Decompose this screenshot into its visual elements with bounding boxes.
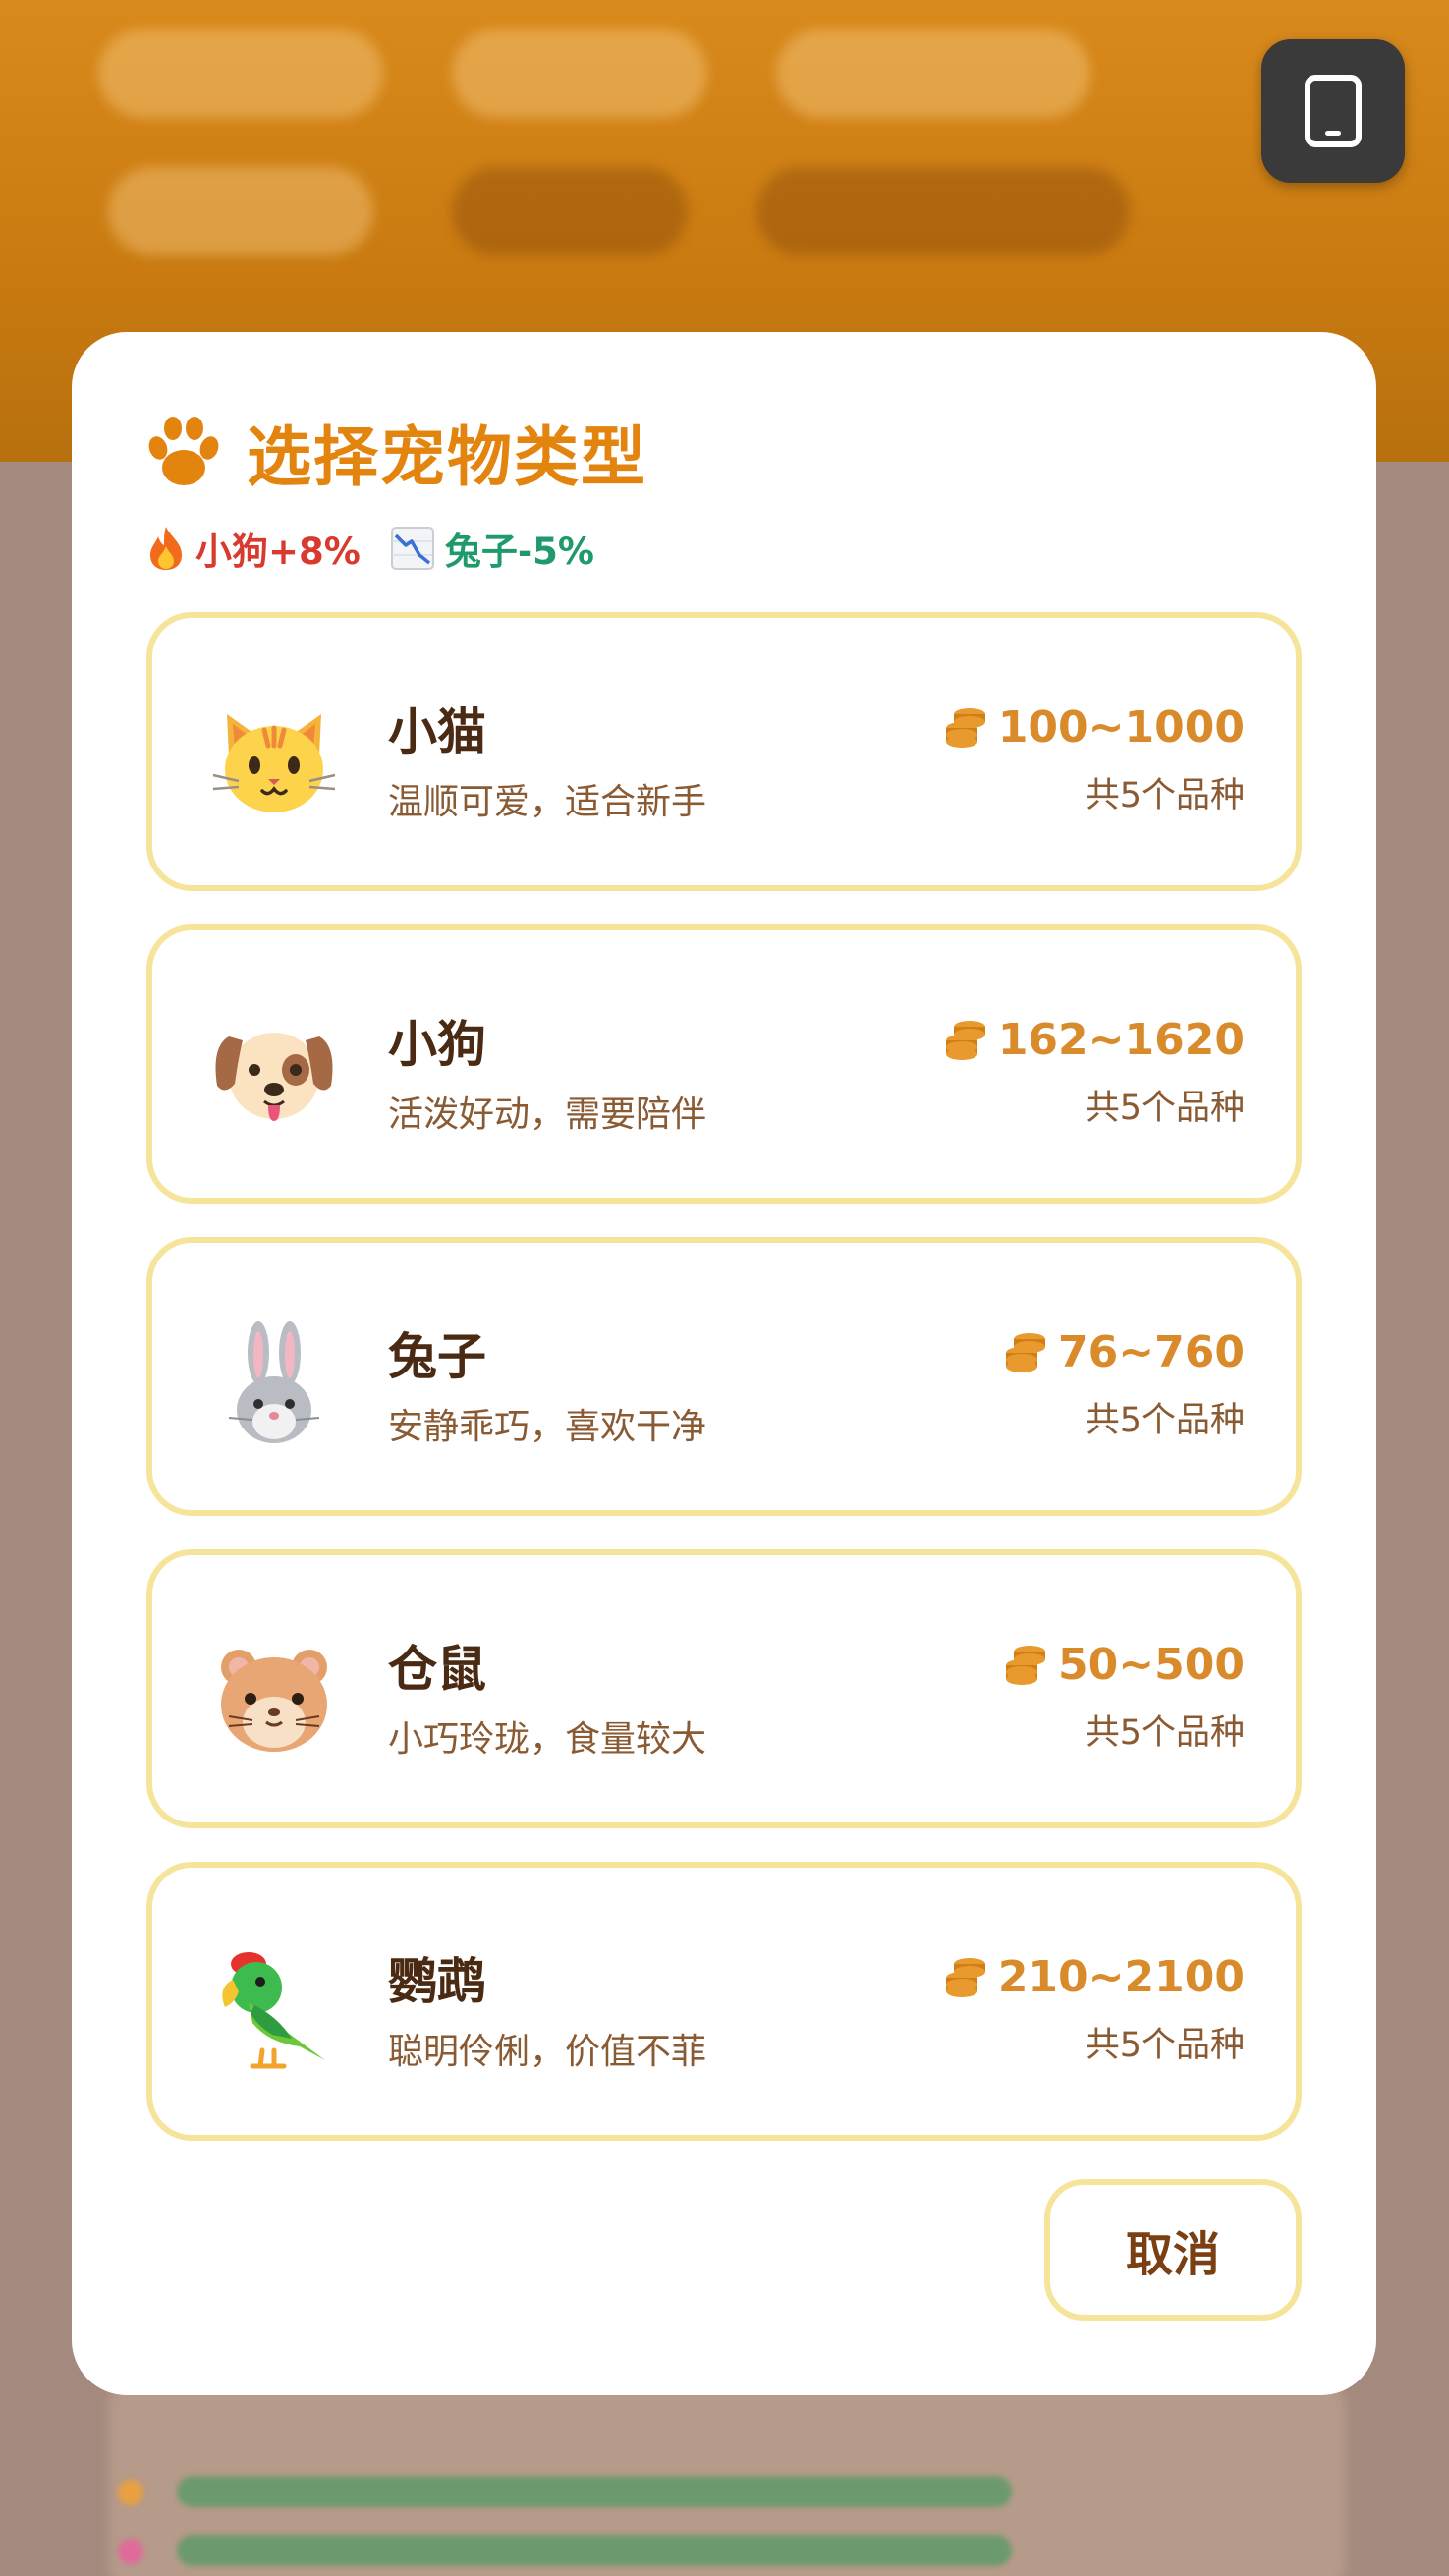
pet-type-dialog: 选择宠物类型 小狗+8% 兔子-5% 小猫 温顺可爱，适合新手 100~1000… xyxy=(72,332,1376,2395)
coins-icon xyxy=(945,707,985,748)
background-pill xyxy=(776,29,1090,118)
market-trends: 小狗+8% 兔子-5% xyxy=(146,519,594,578)
pet-breed-count: 共5个品种 xyxy=(1085,776,1245,815)
coins-icon xyxy=(945,1020,985,1060)
parrot-icon xyxy=(222,1952,325,2069)
pet-description: 聪明伶俐，价值不菲 xyxy=(388,2032,707,2072)
trend-down-label: 兔子-5% xyxy=(444,531,595,573)
rabbit-face-icon xyxy=(228,1321,320,1443)
dialog-title: 选择宠物类型 xyxy=(247,420,647,495)
trend-up: 小狗+8% xyxy=(146,522,361,575)
pet-price-range: 162~1620 xyxy=(997,1015,1245,1065)
pet-name: 鹦鹉 xyxy=(388,1953,486,2010)
coins-icon xyxy=(945,1957,985,1997)
pet-breed-count: 共5个品种 xyxy=(1085,1713,1245,1753)
pet-description: 温顺可爱，适合新手 xyxy=(388,782,707,822)
background-pill xyxy=(452,29,707,118)
pet-option-cat[interactable]: 小猫 温顺可爱，适合新手 100~1000 共5个品种 xyxy=(146,612,1302,891)
coins-icon xyxy=(1006,1645,1046,1685)
background-pill xyxy=(108,167,373,255)
pet-price: 100~1000 xyxy=(943,702,1245,753)
trend-down: 兔子-5% xyxy=(390,522,594,575)
pet-description: 安静乖巧，喜欢干净 xyxy=(388,1407,707,1447)
pet-price: 210~2100 xyxy=(943,1952,1245,2002)
background-pill xyxy=(452,167,688,255)
coins-icon xyxy=(1006,1332,1046,1372)
cat-face-icon xyxy=(212,714,336,812)
pet-price-range: 76~760 xyxy=(1058,1327,1245,1377)
pet-option-rabbit[interactable]: 兔子 安静乖巧，喜欢干净 76~760 共5个品种 xyxy=(146,1237,1302,1516)
background-dot xyxy=(118,2480,143,2505)
pet-name: 仓鼠 xyxy=(388,1641,486,1698)
dialog-header: 选择宠物类型 xyxy=(142,403,647,501)
background-pill xyxy=(756,167,1130,255)
pet-option-hamster[interactable]: 仓鼠 小巧玲珑，食量较大 50~500 共5个品种 xyxy=(146,1549,1302,1828)
background-bar xyxy=(177,2476,1012,2507)
background-dot xyxy=(118,2539,143,2564)
pet-name: 兔子 xyxy=(388,1328,486,1385)
device-toggle-button[interactable] xyxy=(1261,39,1405,183)
pet-description: 小巧玲珑，食量较大 xyxy=(388,1719,707,1760)
pet-breed-count: 共5个品种 xyxy=(1085,2026,1245,2065)
chart-down-icon xyxy=(390,527,434,570)
pet-price-range: 50~500 xyxy=(1058,1640,1245,1690)
pet-type-list: 小猫 温顺可爱，适合新手 100~1000 共5个品种 小狗 活泼好动，需要陪伴… xyxy=(146,612,1302,2174)
pet-option-dog[interactable]: 小狗 活泼好动，需要陪伴 162~1620 共5个品种 xyxy=(146,924,1302,1204)
pet-price: 76~760 xyxy=(1003,1327,1245,1377)
paw-icon xyxy=(148,417,219,485)
phone-icon xyxy=(1305,75,1362,147)
background-pill xyxy=(98,29,383,118)
hamster-face-icon xyxy=(221,1650,327,1752)
pet-name: 小猫 xyxy=(388,703,486,760)
cancel-button[interactable]: 取消 xyxy=(1044,2179,1302,2321)
pet-description: 活泼好动，需要陪伴 xyxy=(388,1094,707,1135)
pet-breed-count: 共5个品种 xyxy=(1085,1401,1245,1440)
fire-icon xyxy=(150,527,182,570)
pet-name: 小狗 xyxy=(388,1016,486,1073)
pet-price-range: 210~2100 xyxy=(997,1952,1245,2002)
background-bar xyxy=(177,2535,1012,2566)
trend-up-label: 小狗+8% xyxy=(195,531,361,573)
dog-face-icon xyxy=(215,1033,333,1121)
pet-price-range: 100~1000 xyxy=(997,702,1245,753)
pet-breed-count: 共5个品种 xyxy=(1085,1089,1245,1128)
pet-price: 162~1620 xyxy=(943,1015,1245,1065)
pet-price: 50~500 xyxy=(1003,1640,1245,1690)
pet-option-parrot[interactable]: 鹦鹉 聪明伶俐，价值不菲 210~2100 共5个品种 xyxy=(146,1862,1302,2141)
